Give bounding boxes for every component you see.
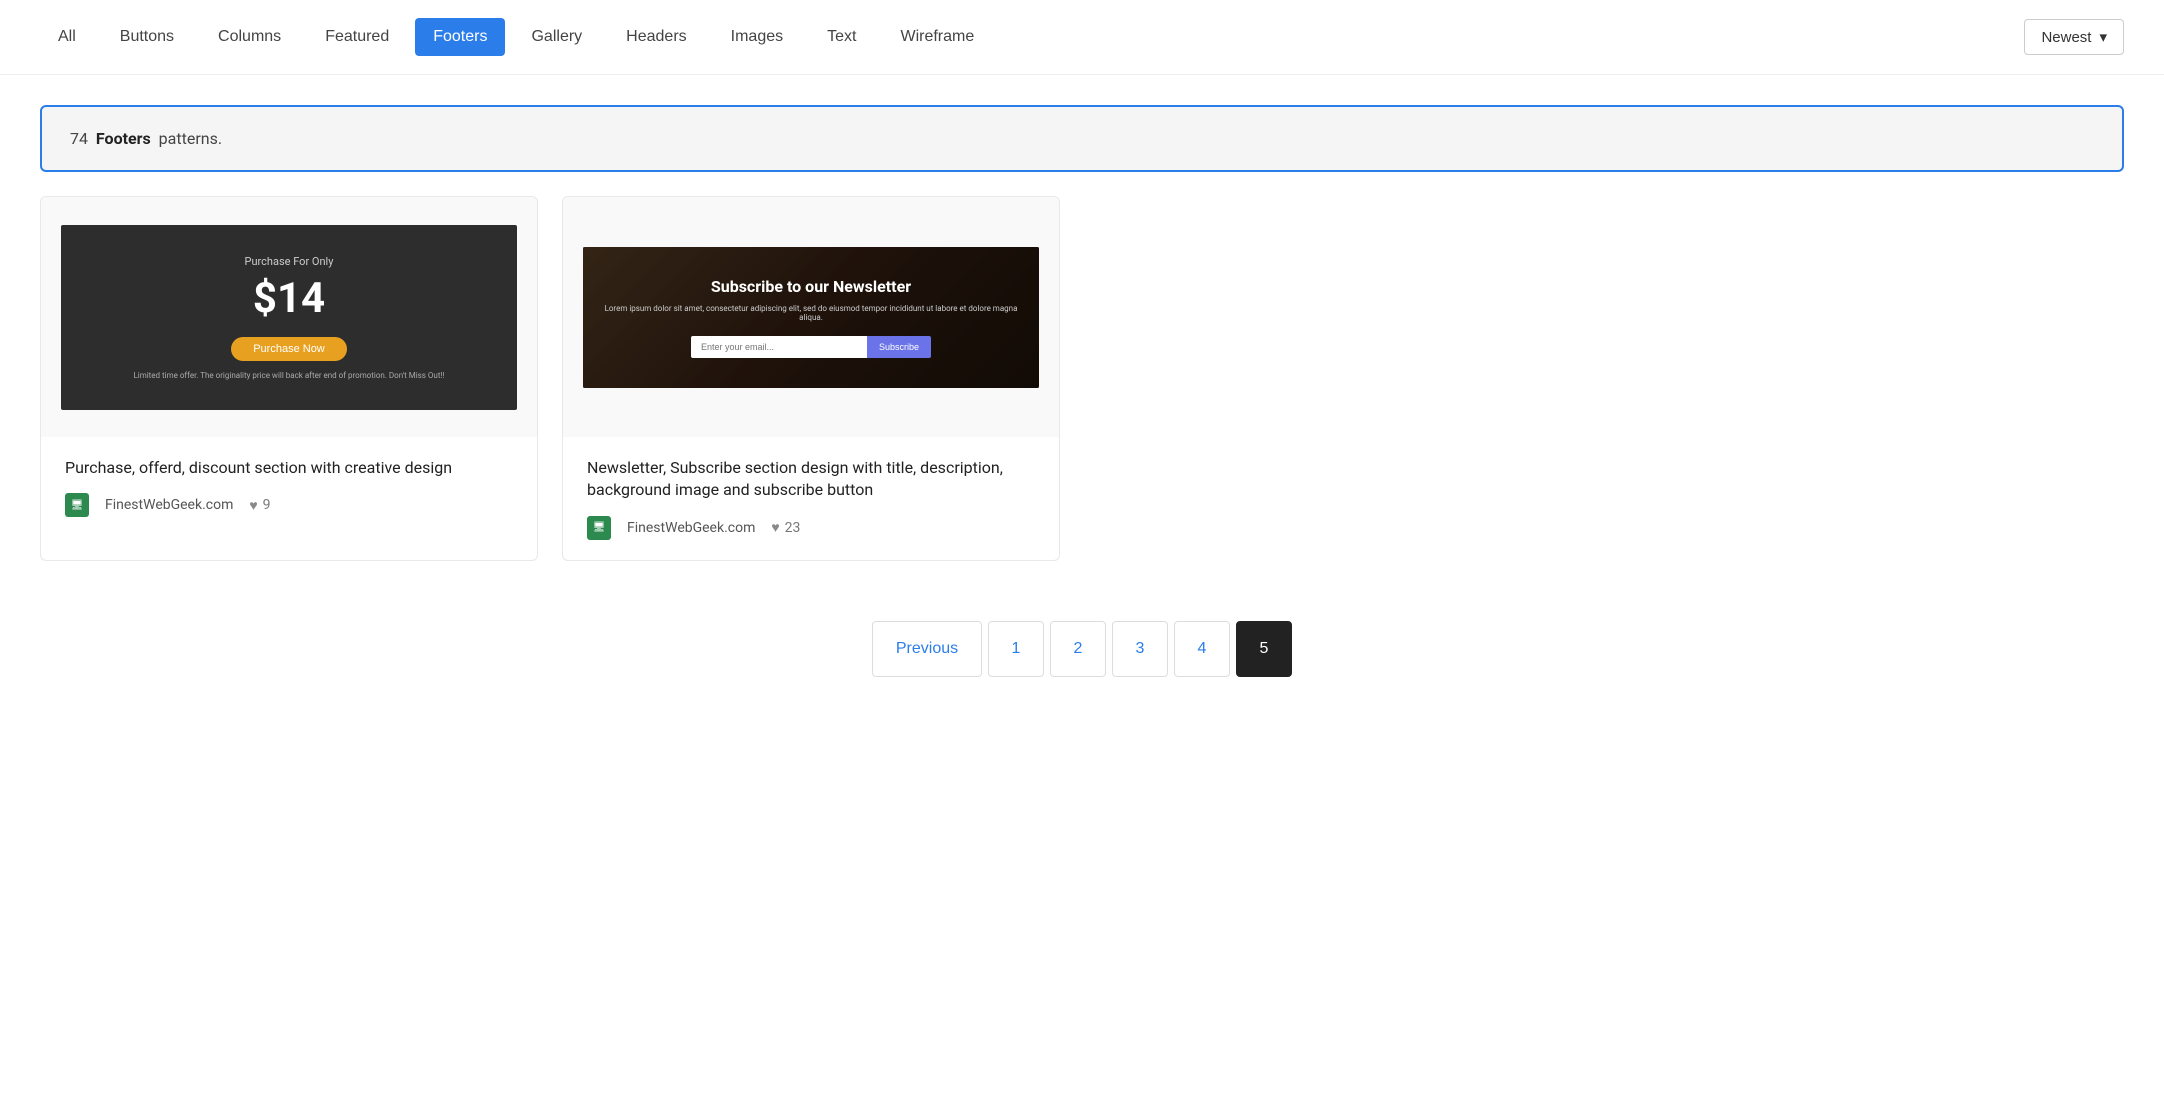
card-2-likes: ♥ 23: [771, 519, 800, 536]
newsletter-email-input[interactable]: [691, 336, 867, 358]
card-1-author-avatar: 🖥: [65, 493, 89, 517]
card-2-title: Newsletter, Subscribe section design wit…: [587, 457, 1035, 502]
nav-tab-gallery[interactable]: Gallery: [513, 18, 600, 56]
purchase-btn[interactable]: Purchase Now: [231, 337, 347, 361]
card-2-author-avatar: 🖥: [587, 516, 611, 540]
pagination-page-4[interactable]: 4: [1174, 621, 1230, 677]
nav-tab-text[interactable]: Text: [809, 18, 874, 56]
purchase-price: $14: [81, 274, 497, 323]
pagination-prev-btn[interactable]: Previous: [872, 621, 982, 677]
nav-tabs: All Buttons Columns Featured Footers Gal…: [40, 18, 992, 56]
info-category: Footers: [96, 129, 151, 148]
purchase-fine-print: Limited time offer. The originality pric…: [81, 371, 497, 380]
pagination-page-2[interactable]: 2: [1050, 621, 1106, 677]
card-1-preview[interactable]: Purchase For Only $14 Purchase Now Limit…: [41, 197, 537, 437]
card-1-author-name: FinestWebGeek.com: [105, 497, 233, 513]
nav-tab-columns[interactable]: Columns: [200, 18, 299, 56]
card-1-likes: ♥ 9: [249, 497, 270, 514]
pagination: Previous 1 2 3 4 5: [0, 621, 2164, 677]
purchase-preview: Purchase For Only $14 Purchase Now Limit…: [61, 225, 517, 410]
nav-bar: All Buttons Columns Featured Footers Gal…: [0, 0, 2164, 75]
card-1-title: Purchase, offerd, discount section with …: [65, 457, 513, 479]
nav-tab-images[interactable]: Images: [713, 18, 801, 56]
card-2-info: Newsletter, Subscribe section design wit…: [563, 437, 1059, 560]
newsletter-heading: Subscribe to our Newsletter: [603, 277, 1019, 296]
heart-icon-2: ♥: [771, 519, 779, 536]
sort-chevron-icon: ▾: [2099, 28, 2107, 46]
nav-tab-featured[interactable]: Featured: [307, 18, 407, 56]
card-1-meta: 🖥 FinestWebGeek.com ♥ 9: [65, 493, 513, 517]
newsletter-desc: Lorem ipsum dolor sit amet, consectetur …: [603, 304, 1019, 322]
newsletter-content: Subscribe to our Newsletter Lorem ipsum …: [603, 277, 1019, 358]
heart-icon-1: ♥: [249, 497, 257, 514]
nav-tab-all[interactable]: All: [40, 18, 94, 56]
pagination-page-1[interactable]: 1: [988, 621, 1044, 677]
purchase-sub-text: Purchase For Only: [81, 255, 497, 268]
card-1-info: Purchase, offerd, discount section with …: [41, 437, 537, 537]
info-banner: 74 Footers patterns.: [40, 105, 2124, 172]
card-1-likes-count: 9: [263, 497, 271, 513]
nav-tab-headers[interactable]: Headers: [608, 18, 704, 56]
card-1: Purchase For Only $14 Purchase Now Limit…: [40, 196, 538, 561]
nav-tab-buttons[interactable]: Buttons: [102, 18, 192, 56]
card-2-meta: 🖥 FinestWebGeek.com ♥ 23: [587, 516, 1035, 540]
nav-tab-footers[interactable]: Footers: [415, 18, 505, 56]
newsletter-preview: Subscribe to our Newsletter Lorem ipsum …: [583, 247, 1039, 388]
nav-tab-wireframe[interactable]: Wireframe: [882, 18, 992, 56]
pagination-page-3[interactable]: 3: [1112, 621, 1168, 677]
card-2-preview[interactable]: Subscribe to our Newsletter Lorem ipsum …: [563, 197, 1059, 437]
pagination-page-5[interactable]: 5: [1236, 621, 1292, 677]
card-2-author-name: FinestWebGeek.com: [627, 520, 755, 536]
info-suffix: patterns.: [159, 129, 222, 148]
newsletter-form: Subscribe: [691, 336, 931, 358]
cards-grid: Purchase For Only $14 Purchase Now Limit…: [0, 196, 1100, 561]
card-2-likes-count: 23: [785, 520, 801, 536]
info-count: 74: [70, 129, 88, 148]
sort-label: Newest: [2041, 29, 2091, 46]
newsletter-subscribe-btn[interactable]: Subscribe: [867, 336, 931, 358]
card-2: Subscribe to our Newsletter Lorem ipsum …: [562, 196, 1060, 561]
sort-dropdown[interactable]: Newest ▾: [2024, 19, 2124, 55]
